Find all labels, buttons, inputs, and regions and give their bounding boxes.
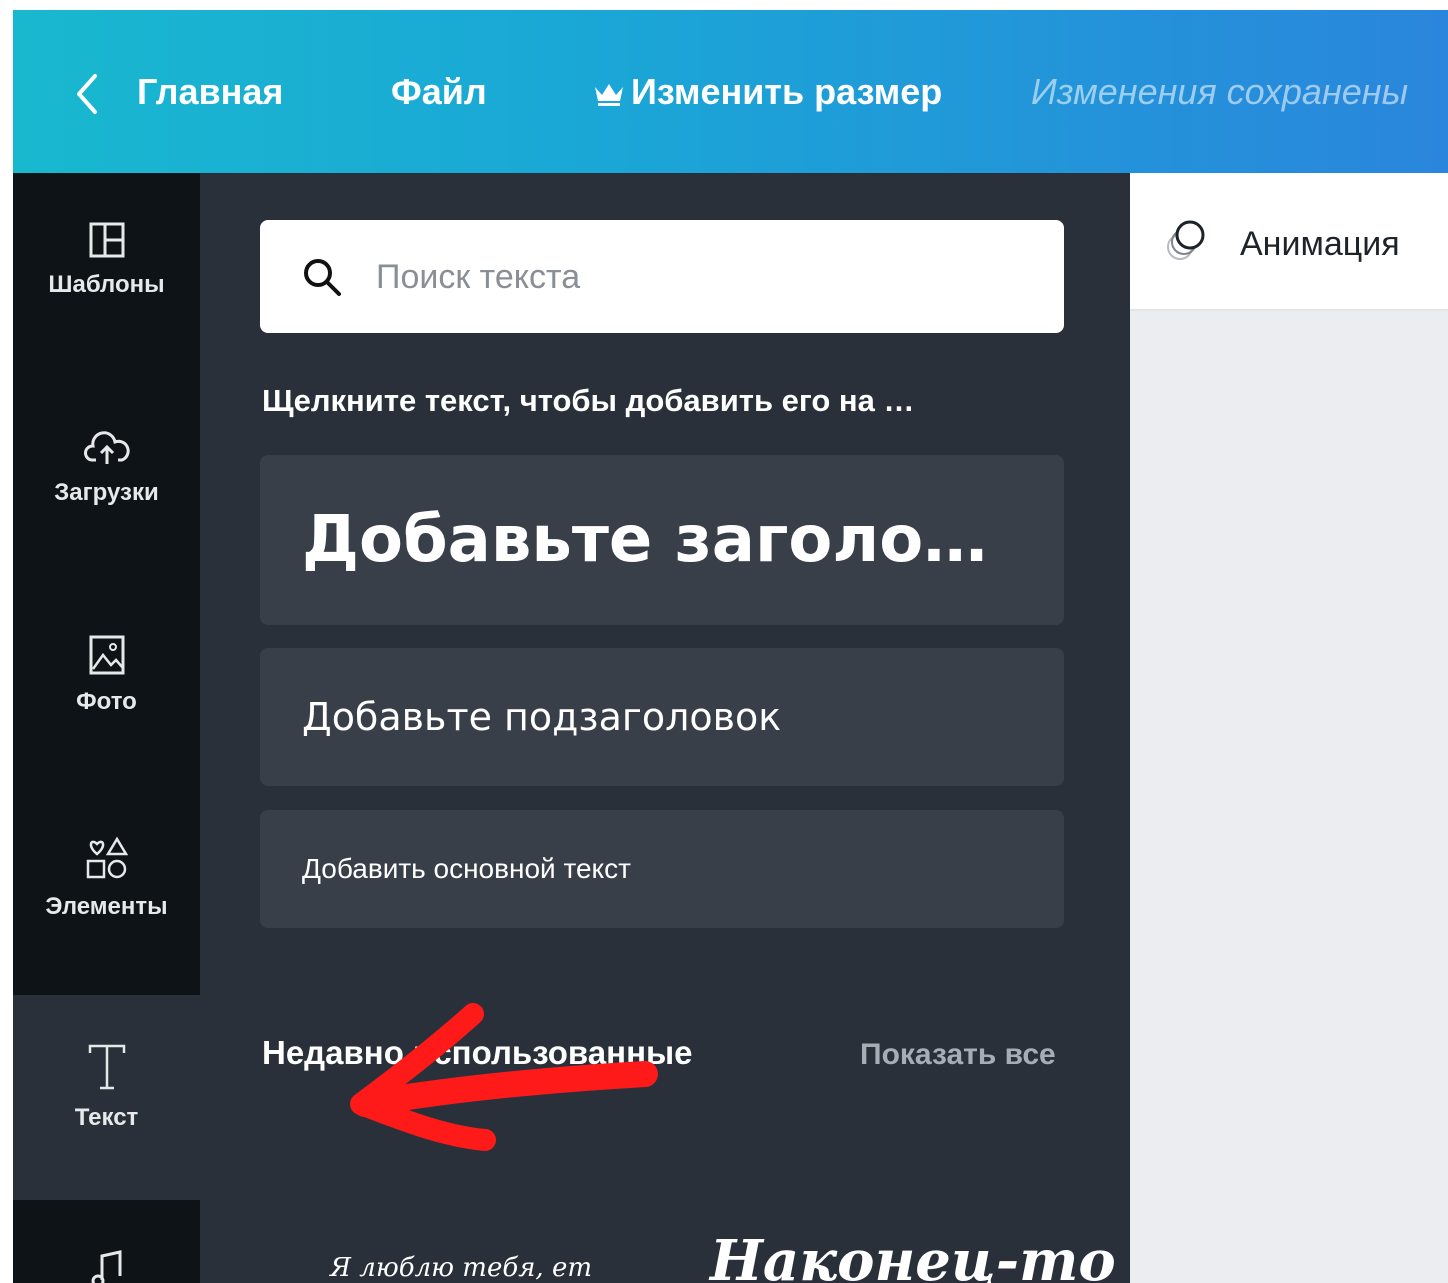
show-all-link[interactable]: Показать все <box>860 1035 1056 1075</box>
editor-toolbar: Анимация <box>1130 173 1448 311</box>
recent-text-sample[interactable]: Я люблю тебя, ет <box>330 1253 592 1283</box>
add-body-text-button[interactable]: Добавить основной текст <box>260 810 1064 928</box>
save-status: Изменения сохранены <box>1031 71 1409 112</box>
search-input[interactable] <box>374 244 1038 310</box>
sidebar-item-label: Текст <box>74 1104 139 1131</box>
panel-hint: Щелкните текст, чтобы добавить его на … <box>262 383 915 418</box>
text-icon <box>88 1044 125 1090</box>
sidebar-item-label: Фото <box>76 688 137 715</box>
chevron-left-icon[interactable] <box>69 72 109 116</box>
recent-text-sample[interactable]: Наконец-то <box>710 1228 1116 1283</box>
sidebar-item-photos[interactable]: Фото <box>13 635 200 717</box>
design-canvas-area[interactable] <box>1130 311 1448 1283</box>
photo-icon <box>89 635 124 675</box>
animation-button[interactable] <box>1164 217 1210 267</box>
cloud-upload-icon <box>83 431 130 464</box>
sidebar-item-label: Шаблоны <box>48 271 165 298</box>
animation-icon <box>1167 220 1205 260</box>
resize-button[interactable]: Изменить размер <box>593 70 942 114</box>
crown-icon <box>595 84 623 107</box>
top-bar: Главная Файл Изменить размер Изменения с… <box>13 10 1448 173</box>
app-window: Главная Файл Изменить размер Изменения с… <box>13 10 1448 1283</box>
add-subheading-button[interactable]: Добавьте подзаголовок <box>260 648 1064 786</box>
sidebar-item-elements[interactable]: Элементы <box>13 836 200 922</box>
animation-label[interactable]: Анимация <box>1240 225 1400 264</box>
search-icon <box>304 259 341 296</box>
sidebar-item-uploads[interactable]: Загрузки <box>13 430 200 508</box>
templates-icon <box>89 222 124 258</box>
file-menu[interactable]: Файл <box>391 70 487 114</box>
shapes-icon <box>86 836 128 879</box>
home-link[interactable]: Главная <box>137 70 283 114</box>
sidebar-item-label: Элементы <box>45 893 168 920</box>
sidebar-item-audio[interactable] <box>13 1250 200 1283</box>
sidebar-item-label: Загрузки <box>54 479 159 506</box>
add-heading-button[interactable]: Добавьте заголо… <box>260 455 1064 625</box>
resize-label: Изменить размер <box>631 71 943 112</box>
sidebar-item-text[interactable]: Текст <box>13 1043 200 1133</box>
annotation-arrow-icon <box>350 1003 658 1151</box>
search-box <box>260 220 1064 333</box>
sidebar-item-templates[interactable]: Шаблоны <box>13 222 200 300</box>
music-icon <box>91 1250 121 1283</box>
